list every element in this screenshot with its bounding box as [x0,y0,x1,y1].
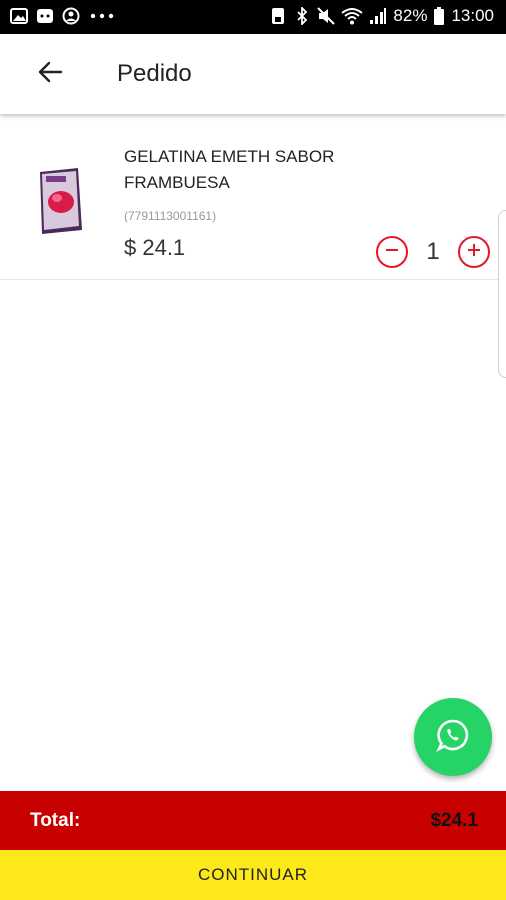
photo-icon [10,7,28,25]
signal-icon [369,7,387,25]
plus-icon [466,242,482,263]
whatsapp-icon [436,718,470,757]
total-value: $24.1 [430,810,478,831]
decrease-quantity-button[interactable] [376,236,408,268]
android-icon [36,7,54,25]
arrow-left-icon [37,60,63,89]
total-label: Total: [30,810,81,831]
scroll-handle[interactable] [498,210,506,378]
battery-percent: 82% [393,6,428,25]
app-bar: Pedido [0,34,506,114]
account-icon [62,7,80,25]
quantity-stepper: 1 [376,235,490,269]
whatsapp-button[interactable] [414,698,492,776]
battery-icon [433,7,445,25]
bluetooth-icon [293,7,311,25]
more-icon [88,7,116,25]
product-code: (7791113001161) [124,209,217,223]
page-title: Pedido [117,60,192,87]
save-icon [269,7,287,25]
quantity-value: 1 [426,238,440,265]
back-button[interactable] [34,58,66,90]
product-price: $ 24.1 [124,235,186,260]
minus-icon [384,242,400,263]
increase-quantity-button[interactable] [458,236,490,268]
wifi-icon [341,7,364,25]
cart-item: GELATINA EMETH SABOR FRAMBUESA (77911130… [0,116,506,280]
status-bar: 82% 13:00 [0,0,506,34]
product-image [36,168,84,238]
product-name: GELATINA EMETH SABOR FRAMBUESA [124,147,335,192]
continue-button[interactable]: CONTINUAR [0,850,506,900]
clock: 13:00 [451,6,494,25]
total-bar: Total: $24.1 [0,791,506,850]
mute-icon [317,7,336,25]
